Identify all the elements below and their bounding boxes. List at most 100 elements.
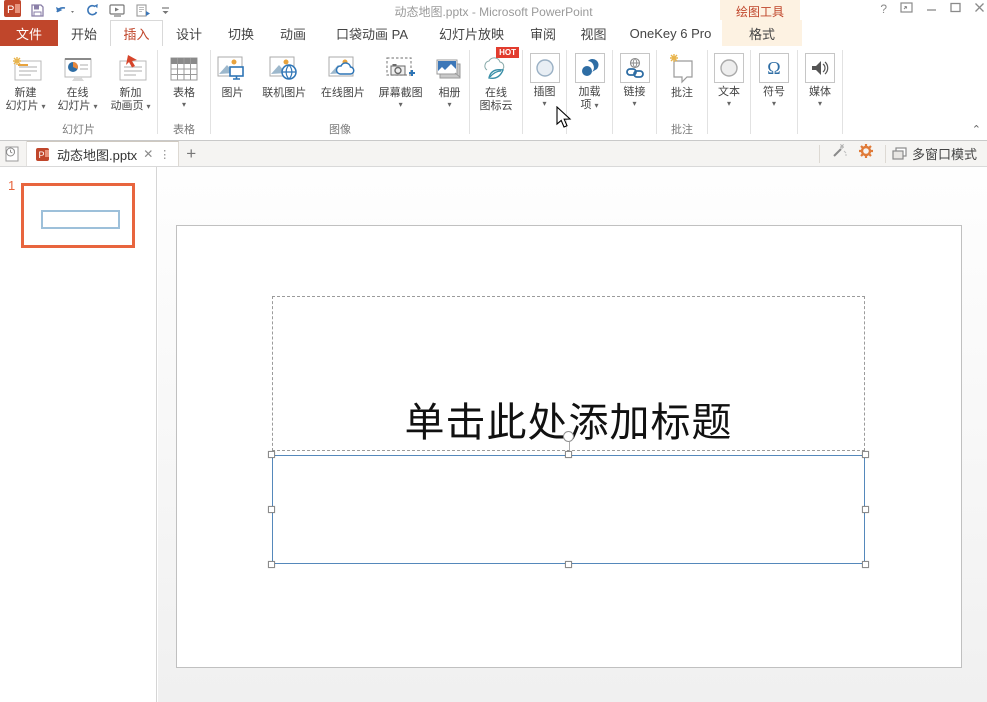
resize-handle-mid-left[interactable] bbox=[268, 506, 275, 513]
online-slides-icon bbox=[61, 51, 95, 87]
drawing-tools-label: 绘图工具 bbox=[720, 3, 800, 20]
multi-window-icon bbox=[892, 147, 907, 160]
ribbon-display-options-button[interactable] bbox=[900, 2, 913, 16]
title-bar: P 动态地图.pptx - Microsoft PowerPoint 绘图 bbox=[0, 0, 987, 21]
close-button[interactable] bbox=[974, 2, 985, 16]
group-label-table: 表格 bbox=[158, 123, 210, 140]
dropdown-arrow: ▾ bbox=[147, 102, 151, 111]
omega-symbol-icon: Ω bbox=[759, 53, 789, 83]
resize-handle-bottom-center[interactable] bbox=[565, 561, 572, 568]
group-icon-cloud: HOT 在线 图标云 bbox=[470, 46, 522, 140]
tab-review[interactable]: 审阅 bbox=[518, 20, 568, 46]
resize-handle-mid-right[interactable] bbox=[862, 506, 869, 513]
links-button[interactable]: 链接 ▾ bbox=[620, 51, 650, 123]
new-animation-page-button[interactable]: 新加 动画页 ▾ bbox=[106, 51, 156, 123]
screenshot-button[interactable]: 屏幕截图 ▾ bbox=[373, 51, 428, 123]
help-button[interactable]: ? bbox=[880, 2, 887, 16]
tab-view[interactable]: 视图 bbox=[568, 20, 619, 46]
group-separator bbox=[842, 50, 843, 134]
tab-menu-icon[interactable]: ⋮ bbox=[159, 148, 170, 161]
tab-design[interactable]: 设计 bbox=[163, 20, 215, 46]
online-icon-cloud-button[interactable]: HOT 在线 图标云 bbox=[471, 51, 521, 123]
tab-format[interactable]: 格式 bbox=[722, 20, 802, 46]
speaker-icon bbox=[805, 53, 835, 83]
group-comments: 批注 批注 bbox=[657, 46, 707, 140]
undo-button[interactable] bbox=[54, 4, 76, 18]
group-links: 链接 ▾ bbox=[613, 46, 656, 140]
svg-text:P: P bbox=[7, 4, 14, 16]
icon-cloud-icon: HOT bbox=[481, 51, 511, 87]
powerpoint-window: P 动态地图.pptx - Microsoft PowerPoint 绘图 bbox=[0, 0, 987, 702]
new-slide-button[interactable]: 新建 幻灯片 ▾ bbox=[2, 51, 50, 123]
powerpoint-logo-icon[interactable]: P bbox=[4, 0, 21, 22]
tab-animations[interactable]: 动画 bbox=[267, 20, 319, 46]
settings-gear-icon[interactable] bbox=[853, 143, 879, 164]
resize-handle-top-center[interactable] bbox=[565, 451, 572, 458]
rotation-handle[interactable] bbox=[563, 431, 574, 442]
quick-access-toolbar: P bbox=[4, 1, 170, 20]
online-slides-button[interactable]: 在线 幻灯片 ▾ bbox=[54, 51, 102, 123]
close-tab-icon[interactable]: ✕ bbox=[143, 147, 153, 161]
media-button[interactable]: 媒体 ▾ bbox=[805, 51, 835, 123]
web-pictures-button[interactable]: 在线图片 bbox=[315, 51, 372, 123]
group-media: 媒体 ▾ bbox=[798, 46, 842, 140]
table-button[interactable]: 表格 ▾ bbox=[161, 51, 207, 123]
picture-button[interactable]: 图片 bbox=[211, 51, 254, 123]
tab-slideshow[interactable]: 幻灯片放映 bbox=[425, 20, 518, 46]
addins-button[interactable]: 加载 项 ▾ bbox=[575, 51, 605, 123]
text-icon bbox=[714, 53, 744, 83]
tab-insert[interactable]: 插入 bbox=[110, 20, 163, 46]
tab-transitions[interactable]: 切换 bbox=[215, 20, 267, 46]
customize-qat-dropdown[interactable] bbox=[161, 6, 170, 16]
new-tab-button[interactable]: + bbox=[179, 141, 203, 166]
new-comment-button[interactable]: 批注 bbox=[666, 51, 698, 123]
tab-file[interactable]: 文件 bbox=[0, 20, 58, 46]
resize-handle-top-left[interactable] bbox=[268, 451, 275, 458]
links-icon bbox=[620, 53, 650, 83]
group-text: 文本 ▾ bbox=[708, 46, 750, 140]
online-pictures-icon bbox=[268, 51, 300, 87]
ribbon-tab-row: 文件 开始 插入 设计 切换 动画 口袋动画 PA 幻灯片放映 审阅 视图 On… bbox=[0, 20, 987, 46]
group-images: 图片 联机图片 在线图片 bbox=[211, 46, 469, 140]
illustrations-button[interactable]: 插图 ▾ bbox=[530, 51, 560, 123]
redo-button[interactable] bbox=[85, 3, 100, 18]
tab-pocket-animation[interactable]: 口袋动画 PA bbox=[319, 20, 425, 46]
resize-handle-bottom-left[interactable] bbox=[268, 561, 275, 568]
selected-textbox[interactable] bbox=[272, 455, 865, 564]
group-label-slides: 幻灯片 bbox=[0, 123, 157, 140]
dropdown-arrow: ▾ bbox=[399, 100, 403, 110]
magic-wand-icon[interactable] bbox=[826, 143, 853, 164]
save-button[interactable] bbox=[30, 3, 45, 18]
maximize-button[interactable] bbox=[950, 2, 961, 16]
multi-window-mode-button[interactable]: 多窗口模式 bbox=[892, 144, 987, 163]
web-pictures-icon bbox=[327, 51, 359, 87]
document-tab-active[interactable]: P 动态地图.pptx ✕ ⋮ bbox=[27, 141, 179, 166]
slide-canvas[interactable]: 单击此处添加标题 bbox=[176, 225, 962, 668]
dropdown-arrow: ▾ bbox=[94, 102, 98, 111]
slide-thumbnail-1[interactable] bbox=[21, 183, 135, 248]
recent-files-button[interactable] bbox=[0, 141, 27, 166]
illustrations-icon bbox=[530, 53, 560, 83]
document-tab-bar: P 动态地图.pptx ✕ ⋮ + 多窗口模式 bbox=[0, 141, 987, 167]
group-addins: 加载 项 ▾ bbox=[567, 46, 612, 140]
slideshow-from-beginning-button[interactable] bbox=[109, 3, 126, 18]
resize-handle-bottom-right[interactable] bbox=[862, 561, 869, 568]
text-button[interactable]: 文本 ▾ bbox=[714, 51, 744, 123]
minimize-button[interactable] bbox=[926, 2, 937, 16]
online-pictures-button[interactable]: 联机图片 bbox=[256, 51, 313, 123]
photo-album-button[interactable]: 相册 ▾ bbox=[430, 51, 469, 123]
new-comment-icon bbox=[666, 51, 698, 87]
document-tab-title: 动态地图.pptx bbox=[57, 145, 137, 164]
photo-album-icon bbox=[433, 51, 465, 87]
tab-onekey[interactable]: OneKey 6 Pro bbox=[619, 20, 722, 46]
dropdown-arrow: ▾ bbox=[727, 99, 731, 109]
save-as-copy-button[interactable] bbox=[135, 3, 152, 18]
new-animation-page-icon bbox=[114, 51, 148, 87]
collapse-ribbon-button[interactable]: ⌃ bbox=[972, 123, 981, 136]
tab-home[interactable]: 开始 bbox=[58, 20, 110, 46]
title-placeholder[interactable]: 单击此处添加标题 bbox=[272, 296, 865, 451]
slide-editing-area: 单击此处添加标题 bbox=[158, 167, 987, 702]
symbols-button[interactable]: Ω 符号 ▾ bbox=[759, 51, 789, 123]
ribbon: 新建 幻灯片 ▾ 在线 幻灯片 ▾ 新加 动画页 ▾ bbox=[0, 46, 987, 141]
resize-handle-top-right[interactable] bbox=[862, 451, 869, 458]
